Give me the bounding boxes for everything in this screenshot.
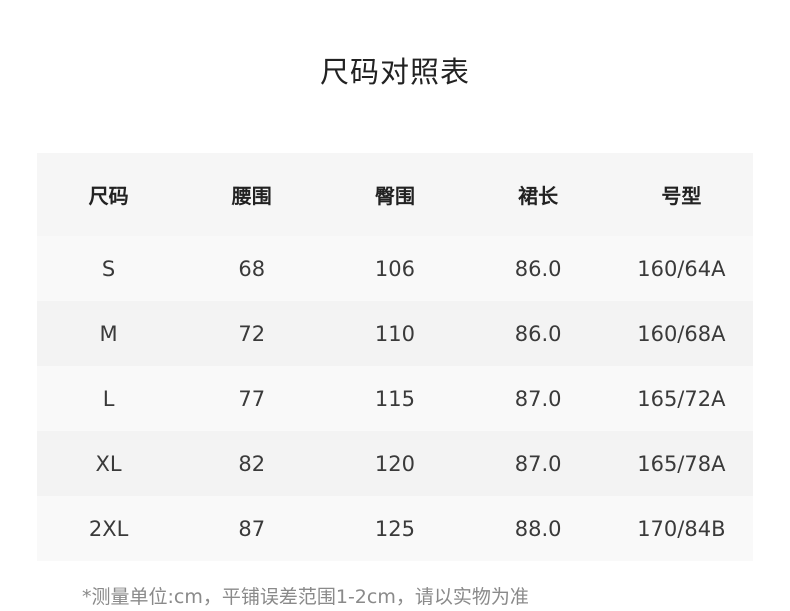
header-size: 尺码 <box>88 184 129 208</box>
cell-skirt-length: 87.0 <box>514 451 562 476</box>
cell-skirt-length: 87.0 <box>514 386 562 411</box>
cell-waist: 68 <box>238 256 266 281</box>
table-row: S 68 106 86.0 160/64A <box>37 236 753 301</box>
cell-hip: 120 <box>374 451 416 476</box>
page-title: 尺码对照表 <box>319 55 470 89</box>
cell-skirt-length: 86.0 <box>514 321 562 346</box>
cell-body-type: 165/78A <box>637 451 726 476</box>
table-row: 2XL 87 125 88.0 170/84B <box>37 496 753 561</box>
table-row: L 77 115 87.0 165/72A <box>37 366 753 431</box>
cell-hip: 115 <box>374 386 416 411</box>
header-skirt-length: 裙长 <box>518 184 559 208</box>
cell-skirt-length: 86.0 <box>514 256 562 281</box>
cell-size: S <box>101 256 116 281</box>
cell-size: XL <box>95 451 122 476</box>
measurement-note: *测量单位:cm，平铺误差范围1-2cm，请以实物为准 <box>82 586 529 608</box>
header-hip: 臀围 <box>374 184 415 208</box>
cell-waist: 77 <box>238 386 266 411</box>
size-table: 尺码 腰围 臀围 裙长 号型 S 68 106 86.0 160/64A M 7… <box>37 153 753 561</box>
cell-hip: 125 <box>374 516 416 541</box>
cell-body-type: 170/84B <box>637 516 726 541</box>
table-row: M 72 110 86.0 160/68A <box>37 301 753 366</box>
cell-size: L <box>102 386 115 411</box>
cell-hip: 106 <box>374 256 416 281</box>
cell-body-type: 160/64A <box>637 256 726 281</box>
cell-body-type: 165/72A <box>637 386 726 411</box>
cell-waist: 82 <box>238 451 266 476</box>
cell-body-type: 160/68A <box>637 321 726 346</box>
cell-waist: 72 <box>238 321 266 346</box>
cell-size: 2XL <box>88 516 129 541</box>
table-header: 尺码 腰围 臀围 裙长 号型 <box>37 153 753 236</box>
table-row: XL 82 120 87.0 165/78A <box>37 431 753 496</box>
cell-waist: 87 <box>238 516 266 541</box>
cell-skirt-length: 88.0 <box>514 516 562 541</box>
cell-hip: 110 <box>374 321 416 346</box>
header-waist: 腰围 <box>231 184 272 208</box>
header-body-type: 号型 <box>661 184 702 208</box>
cell-size: M <box>99 321 118 346</box>
